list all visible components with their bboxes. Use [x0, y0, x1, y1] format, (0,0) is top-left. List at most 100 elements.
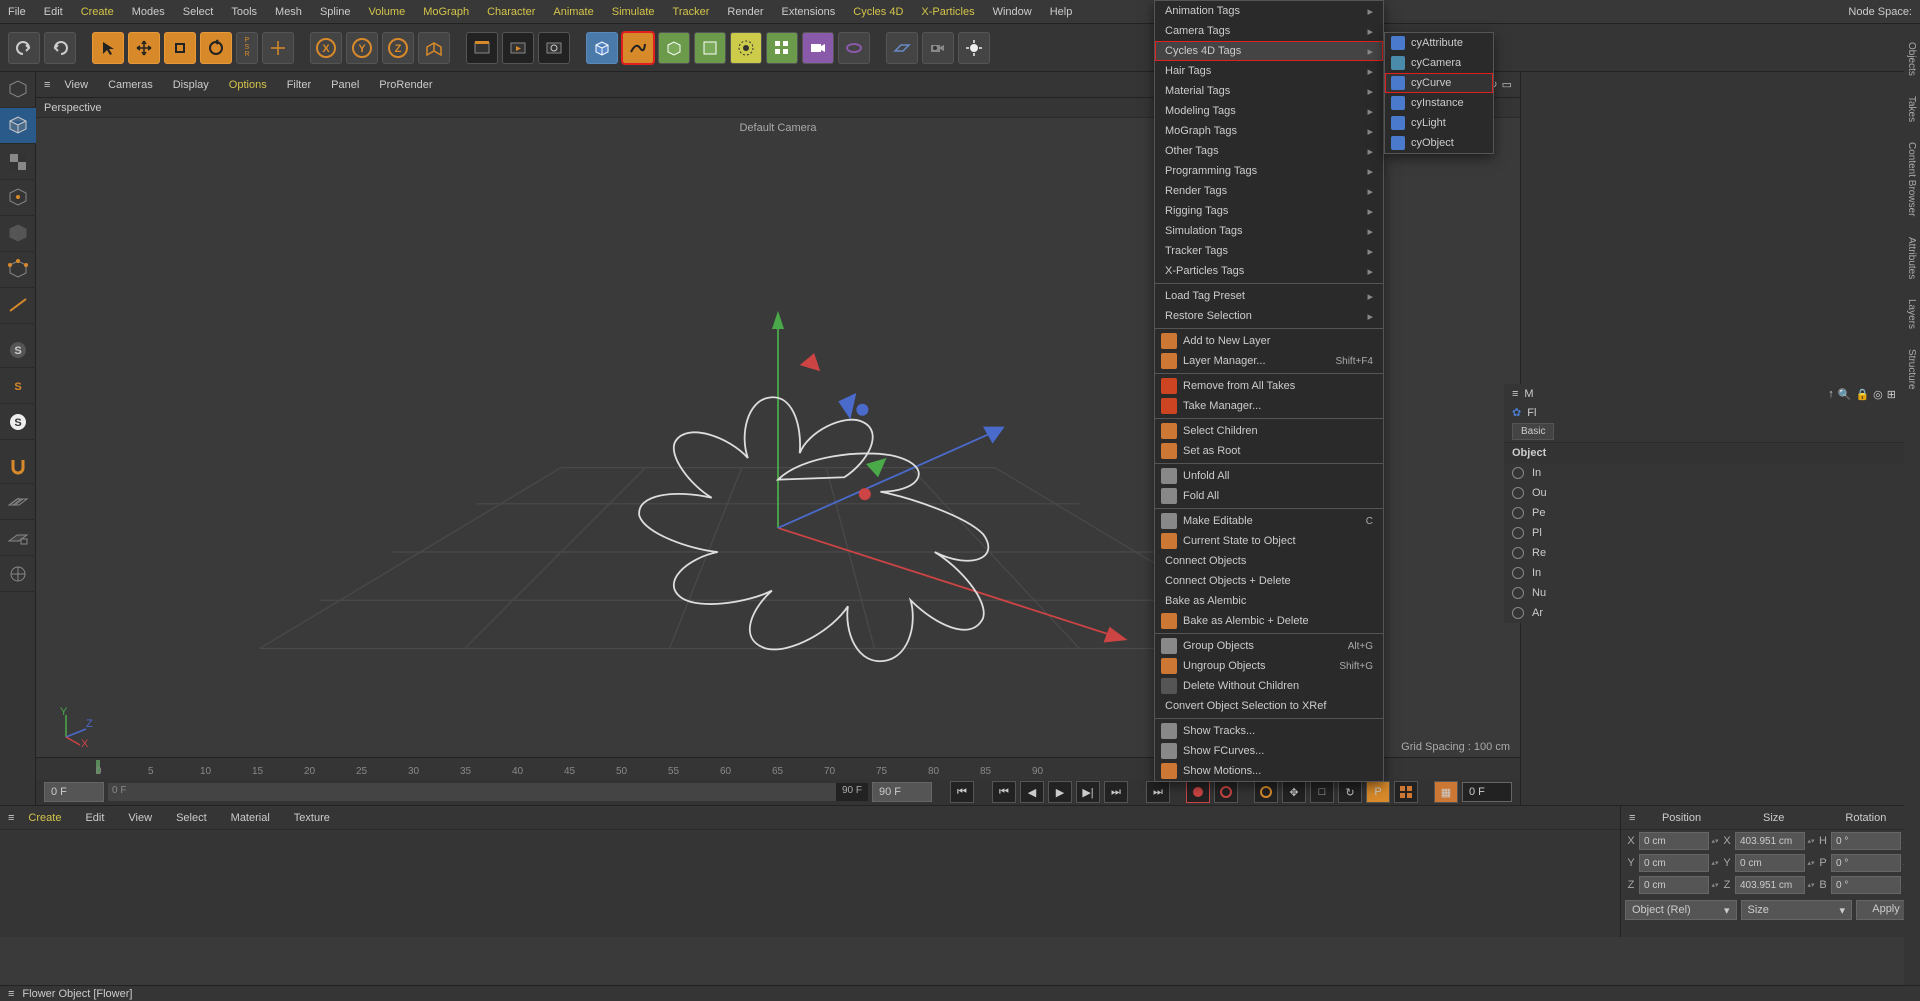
mat-tab-material[interactable]: Material — [221, 808, 280, 828]
ctx-simulation-tags[interactable]: Simulation Tags▸ — [1155, 221, 1383, 241]
psr-tool[interactable]: PSR — [236, 32, 258, 64]
timeline-layout-button[interactable]: ▦ — [1434, 781, 1458, 803]
menu-edit[interactable]: Edit — [44, 6, 63, 18]
menu-character[interactable]: Character — [487, 6, 535, 18]
menu-mesh[interactable]: Mesh — [275, 6, 302, 18]
ctx-programming-tags[interactable]: Programming Tags▸ — [1155, 161, 1383, 181]
up-icon[interactable]: ↑ — [1828, 388, 1834, 401]
menu-extensions[interactable]: Extensions — [781, 6, 835, 18]
ctx-restore-selection[interactable]: Restore Selection▸ — [1155, 306, 1383, 326]
vp-tab-display[interactable]: Display — [163, 75, 219, 95]
timeline-current-field[interactable] — [1462, 782, 1512, 802]
ctx-show-motions-[interactable]: Show Motions... — [1155, 761, 1383, 781]
ctx-current-state-to-object[interactable]: Current State to Object — [1155, 531, 1383, 551]
render-settings-button[interactable] — [538, 32, 570, 64]
ctx-show-tracks-[interactable]: Show Tracks... — [1155, 721, 1383, 741]
light-button[interactable] — [838, 32, 870, 64]
size-mode-select[interactable]: Size▾ — [1741, 900, 1853, 920]
camera2-button[interactable] — [922, 32, 954, 64]
pos-key-button[interactable]: ✥ — [1282, 781, 1306, 803]
pos-Y[interactable] — [1639, 854, 1709, 872]
z-axis-button[interactable]: Z — [382, 32, 414, 64]
y-axis-button[interactable]: Y — [346, 32, 378, 64]
menu-modes[interactable]: Modes — [132, 6, 165, 18]
menu-simulate[interactable]: Simulate — [612, 6, 655, 18]
basic-tab[interactable]: Basic — [1512, 423, 1554, 440]
model-tool[interactable] — [0, 108, 36, 144]
right-tab-takes[interactable]: Takes — [1904, 86, 1919, 132]
prev-key-button[interactable]: ⏮ — [992, 781, 1016, 803]
redo-button[interactable] — [44, 32, 76, 64]
timeline-start-field[interactable] — [44, 782, 104, 802]
snap-tool[interactable] — [0, 448, 36, 484]
param-key-button[interactable]: P — [1366, 781, 1390, 803]
prev-frame-button[interactable]: ◀ — [1020, 781, 1044, 803]
hamburger-icon[interactable]: ≡ — [44, 79, 50, 91]
mat-tab-texture[interactable]: Texture — [284, 808, 340, 828]
next-frame-button[interactable]: ▶| — [1076, 781, 1100, 803]
menu-animate[interactable]: Animate — [553, 6, 593, 18]
pla-key-button[interactable] — [1394, 781, 1418, 803]
submenu-cycamera[interactable]: cyCamera — [1385, 53, 1493, 73]
menu-window[interactable]: Window — [993, 6, 1032, 18]
mat-tab-view[interactable]: View — [118, 808, 162, 828]
scale-tool[interactable] — [164, 32, 196, 64]
menu-x-particles[interactable]: X-Particles — [921, 6, 974, 18]
search-icon[interactable]: 🔍 — [1838, 388, 1852, 401]
menu-render[interactable]: Render — [727, 6, 763, 18]
generator-button[interactable] — [658, 32, 690, 64]
cube-primitive[interactable] — [586, 32, 618, 64]
ctx-tracker-tags[interactable]: Tracker Tags▸ — [1155, 241, 1383, 261]
mat-tab-select[interactable]: Select — [166, 808, 217, 828]
workplane2-tool[interactable] — [0, 484, 36, 520]
light2-button[interactable] — [958, 32, 990, 64]
right-tab-layers[interactable]: Layers — [1904, 289, 1919, 339]
attr-radio[interactable] — [1512, 507, 1524, 519]
scale-key-button[interactable]: □ — [1310, 781, 1334, 803]
viewport-toggle-icon[interactable]: ▭ — [1502, 78, 1512, 91]
goto-start-button[interactable]: ⏮ — [950, 781, 974, 803]
ctx-select-children[interactable]: Select Children — [1155, 421, 1383, 441]
coord-system-button[interactable] — [418, 32, 450, 64]
right-tab-contentbrowser[interactable]: Content Browser — [1904, 132, 1919, 226]
pos-X[interactable] — [1639, 832, 1709, 850]
add-icon[interactable]: ⊞ — [1887, 388, 1896, 401]
rot-B[interactable] — [1831, 876, 1901, 894]
viewport-solo-tool[interactable]: S — [0, 368, 36, 404]
menu-select[interactable]: Select — [183, 6, 214, 18]
planar-workplane-tool[interactable] — [0, 556, 36, 592]
object-tool[interactable] — [0, 216, 36, 252]
ctx-animation-tags[interactable]: Animation Tags▸ — [1155, 1, 1383, 21]
attr-radio[interactable] — [1512, 527, 1524, 539]
edge-tool[interactable] — [0, 288, 36, 324]
submenu-cyinstance[interactable]: cyInstance — [1385, 93, 1493, 113]
pos-Z[interactable] — [1639, 876, 1709, 894]
ctx-take-manager-[interactable]: Take Manager... — [1155, 396, 1383, 416]
hamburger-icon[interactable]: ≡ — [1512, 388, 1518, 400]
ctx-add-to-new-layer[interactable]: Add to New Layer — [1155, 331, 1383, 351]
workplane-tool[interactable] — [0, 180, 36, 216]
goto-end-button[interactable]: ⏭ — [1146, 781, 1170, 803]
ctx-bake-as-alembic[interactable]: Bake as Alembic — [1155, 591, 1383, 611]
size-Z[interactable] — [1735, 876, 1805, 894]
record-button[interactable] — [1186, 781, 1210, 803]
ctx-rigging-tags[interactable]: Rigging Tags▸ — [1155, 201, 1383, 221]
submenu-cylight[interactable]: cyLight — [1385, 113, 1493, 133]
ctx-set-as-root[interactable]: Set as Root — [1155, 441, 1383, 461]
locked-workplane-tool[interactable] — [0, 520, 36, 556]
vp-tab-prorender[interactable]: ProRender — [369, 75, 442, 95]
right-tab-attributes[interactable]: Attributes — [1904, 227, 1919, 289]
menu-tools[interactable]: Tools — [231, 6, 257, 18]
x-axis-button[interactable]: X — [310, 32, 342, 64]
locked-tool[interactable] — [262, 32, 294, 64]
ctx-remove-from-all-takes[interactable]: Remove from All Takes — [1155, 376, 1383, 396]
ctx-show-fcurves-[interactable]: Show FCurves... — [1155, 741, 1383, 761]
submenu-cycurve[interactable]: cyCurve — [1385, 73, 1493, 93]
ctx-make-editable[interactable]: Make EditableC — [1155, 511, 1383, 531]
attr-radio[interactable] — [1512, 467, 1524, 479]
floor-button[interactable] — [886, 32, 918, 64]
move-tool[interactable] — [128, 32, 160, 64]
mat-tab-edit[interactable]: Edit — [75, 808, 114, 828]
key-sel-button[interactable] — [1254, 781, 1278, 803]
ctx-convert-object-selection-to-xref[interactable]: Convert Object Selection to XRef — [1155, 696, 1383, 716]
